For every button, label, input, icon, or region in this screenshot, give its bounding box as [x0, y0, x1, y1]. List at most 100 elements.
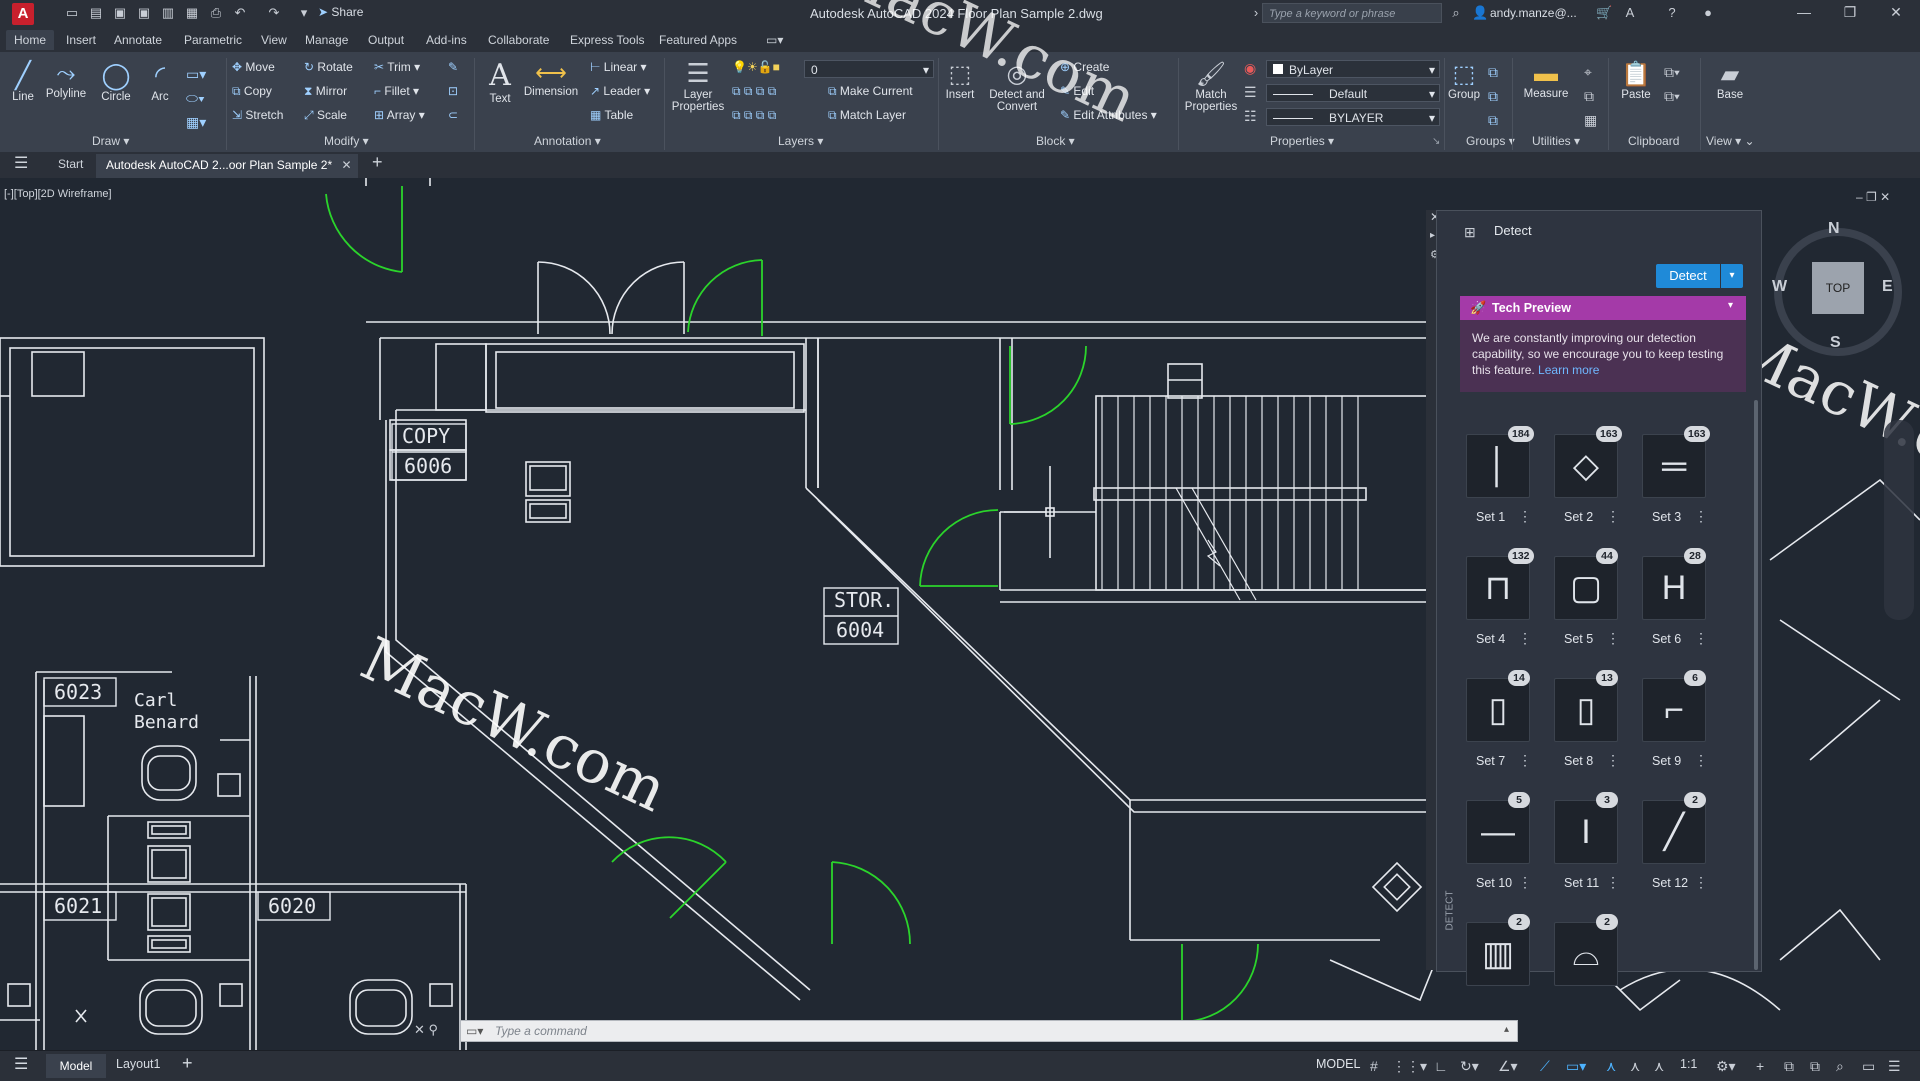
- clipboard-panel-title[interactable]: Clipboard: [1628, 134, 1679, 148]
- utilities-tools[interactable]: ⌖ ⧉ ▦: [1584, 60, 1597, 132]
- trim-button[interactable]: ✂ Trim ▾: [374, 60, 420, 74]
- tab-home[interactable]: Home: [6, 30, 55, 50]
- clean-screen-icon[interactable]: ▭: [1862, 1058, 1875, 1075]
- plot-icon[interactable]: ▦: [184, 5, 200, 21]
- detected-set-thumbnail[interactable]: ⌐: [1642, 678, 1706, 742]
- save-as-icon[interactable]: ▣: [136, 5, 152, 21]
- set-more-options-icon[interactable]: ⋮: [1518, 874, 1532, 891]
- explode-icon[interactable]: ⊡: [448, 84, 458, 98]
- properties-panel-title[interactable]: Properties ▾: [1270, 134, 1334, 148]
- layer-properties-button[interactable]: ☰ Layer Properties: [670, 58, 726, 113]
- view-panel-title[interactable]: View ▾ ⌄: [1706, 134, 1755, 148]
- tab-annotate[interactable]: Annotate: [114, 33, 162, 47]
- match-properties-button[interactable]: 🖌 Match Properties: [1182, 60, 1240, 113]
- learn-more-link[interactable]: Learn more: [1538, 363, 1599, 377]
- auto-scale-icon[interactable]: ⋏: [1630, 1058, 1640, 1075]
- tab-layout1[interactable]: Layout1: [116, 1057, 160, 1071]
- layer-tools-row2[interactable]: ⧉ ⧉ ⧉ ⧉: [732, 108, 776, 123]
- ribbon-options-icon[interactable]: ▭▾: [766, 33, 783, 47]
- ortho-icon[interactable]: ∟: [1434, 1058, 1448, 1074]
- set-more-options-icon[interactable]: ⋮: [1606, 874, 1620, 891]
- polyline-button[interactable]: ⤳ Polyline: [44, 60, 88, 100]
- polar-icon[interactable]: ↻▾: [1460, 1058, 1479, 1075]
- tab-view[interactable]: View: [261, 33, 287, 47]
- user-icon[interactable]: 👤: [1472, 5, 1488, 21]
- text-button[interactable]: A Text: [482, 58, 518, 105]
- detected-set-thumbnail[interactable]: ▯: [1466, 678, 1530, 742]
- viewcube-top-face[interactable]: TOP: [1812, 262, 1864, 314]
- linetype-dropdown[interactable]: BYLAYER ▾: [1266, 108, 1440, 126]
- table-button[interactable]: ▦ Table: [590, 108, 633, 122]
- save-icon[interactable]: ▣: [112, 5, 128, 21]
- circle-button[interactable]: ◯ Circle: [96, 60, 136, 103]
- leader-button[interactable]: ↗ Leader ▾: [590, 84, 650, 98]
- groups-panel-title[interactable]: Groups ▾: [1466, 134, 1515, 148]
- layout-menu-icon[interactable]: ☰: [14, 1054, 28, 1074]
- tab-output[interactable]: Output: [368, 33, 404, 47]
- new-tab-icon[interactable]: +: [372, 152, 383, 173]
- set-more-options-icon[interactable]: ⋮: [1518, 630, 1532, 647]
- undo-icon[interactable]: ↶: [232, 5, 248, 21]
- minimize-icon[interactable]: —: [1790, 4, 1818, 20]
- set-more-options-icon[interactable]: ⋮: [1606, 752, 1620, 769]
- annotation-scale-icon[interactable]: ⋏: [1654, 1058, 1664, 1075]
- tab-model[interactable]: Model: [46, 1054, 106, 1078]
- snap-icon[interactable]: ⋮⋮▾: [1392, 1058, 1427, 1075]
- detected-set-thumbnail[interactable]: H: [1642, 556, 1706, 620]
- detected-set-thumbnail[interactable]: ╱: [1642, 800, 1706, 864]
- tab-featured-apps[interactable]: Featured Apps: [659, 33, 737, 47]
- customize-quick-access-icon[interactable]: ▾: [296, 5, 312, 21]
- layer-state-icons[interactable]: 💡☀🔓■: [732, 60, 780, 74]
- array-button[interactable]: ⊞ Array ▾: [374, 108, 425, 122]
- share-button[interactable]: ➤ Share: [318, 5, 363, 19]
- set-more-options-icon[interactable]: ⋮: [1694, 874, 1708, 891]
- chat-icon[interactable]: ●: [1700, 5, 1716, 21]
- detect-options-chevron-icon[interactable]: ▾: [1721, 264, 1743, 288]
- object-snap-icon[interactable]: ▭▾: [1566, 1058, 1586, 1075]
- detected-set-thumbnail[interactable]: ▢: [1554, 556, 1618, 620]
- command-expand-icon[interactable]: ▴: [1504, 1024, 1509, 1035]
- detected-set-thumbnail[interactable]: ═: [1642, 434, 1706, 498]
- model-space-toggle[interactable]: MODEL: [1316, 1057, 1360, 1071]
- annotation-panel-title[interactable]: Annotation ▾: [534, 134, 601, 148]
- close-icon[interactable]: ✕: [1882, 4, 1910, 21]
- close-tab-icon[interactable]: ✕: [335, 158, 351, 172]
- match-layer-button[interactable]: ⧉ Match Layer: [828, 108, 906, 123]
- autocad-logo-icon[interactable]: A: [12, 3, 34, 25]
- move-button[interactable]: ✥ Move: [232, 60, 275, 74]
- set-more-options-icon[interactable]: ⋮: [1606, 508, 1620, 525]
- collapse-chevron-icon[interactable]: ▾: [1728, 300, 1733, 311]
- tab-collaborate[interactable]: Collaborate: [488, 33, 549, 47]
- group-tools[interactable]: ⧉ ⧉ ⧉: [1488, 60, 1498, 132]
- color-dropdown[interactable]: ByLayer ▾: [1266, 60, 1440, 78]
- redo-icon[interactable]: ↷: [266, 5, 282, 21]
- tab-parametric[interactable]: Parametric: [184, 33, 242, 47]
- layers-panel-title[interactable]: Layers ▾: [778, 134, 823, 148]
- help-icon[interactable]: ?: [1664, 5, 1680, 21]
- palette-autohide-icon[interactable]: ▸: [1430, 230, 1435, 241]
- draw-panel-title[interactable]: Draw ▾: [92, 134, 129, 148]
- mirror-button[interactable]: ⧗ Mirror: [304, 84, 347, 99]
- workspace-gear-icon[interactable]: ⚙▾: [1716, 1058, 1736, 1075]
- tab-floor-plan[interactable]: Autodesk AutoCAD 2...oor Plan Sample 2* …: [96, 154, 358, 178]
- tab-add-ins[interactable]: Add-ins: [426, 33, 467, 47]
- new-file-icon[interactable]: ▭: [64, 5, 80, 21]
- copy-button[interactable]: ⧉ Copy: [232, 84, 272, 99]
- fillet-button[interactable]: ⌐ Fillet ▾: [374, 84, 419, 98]
- tech-preview-header[interactable]: Tech Preview: [1460, 296, 1746, 320]
- set-more-options-icon[interactable]: ⋮: [1518, 508, 1532, 525]
- object-snap-tracking-icon[interactable]: ∠▾: [1498, 1058, 1518, 1075]
- navigation-bar[interactable]: [1884, 420, 1914, 620]
- viewport-window-controls[interactable]: – ❐ ✕: [1856, 190, 1890, 204]
- set-more-options-icon[interactable]: ⋮: [1694, 752, 1708, 769]
- help-search-input[interactable]: Type a keyword or phrase: [1262, 3, 1442, 23]
- annotation-monitor-icon[interactable]: +: [1756, 1058, 1764, 1074]
- stretch-button[interactable]: ⇲ Stretch: [232, 108, 283, 122]
- tab-manage[interactable]: Manage: [305, 33, 348, 47]
- detect-button[interactable]: Detect: [1656, 264, 1720, 288]
- set-more-options-icon[interactable]: ⋮: [1606, 630, 1620, 647]
- dimension-button[interactable]: ⟷ Dimension: [522, 60, 580, 98]
- publish-icon[interactable]: ▥: [160, 5, 176, 21]
- quick-properties-icon[interactable]: ⧉: [1810, 1058, 1820, 1075]
- annotation-scale-value[interactable]: 1:1: [1680, 1057, 1697, 1071]
